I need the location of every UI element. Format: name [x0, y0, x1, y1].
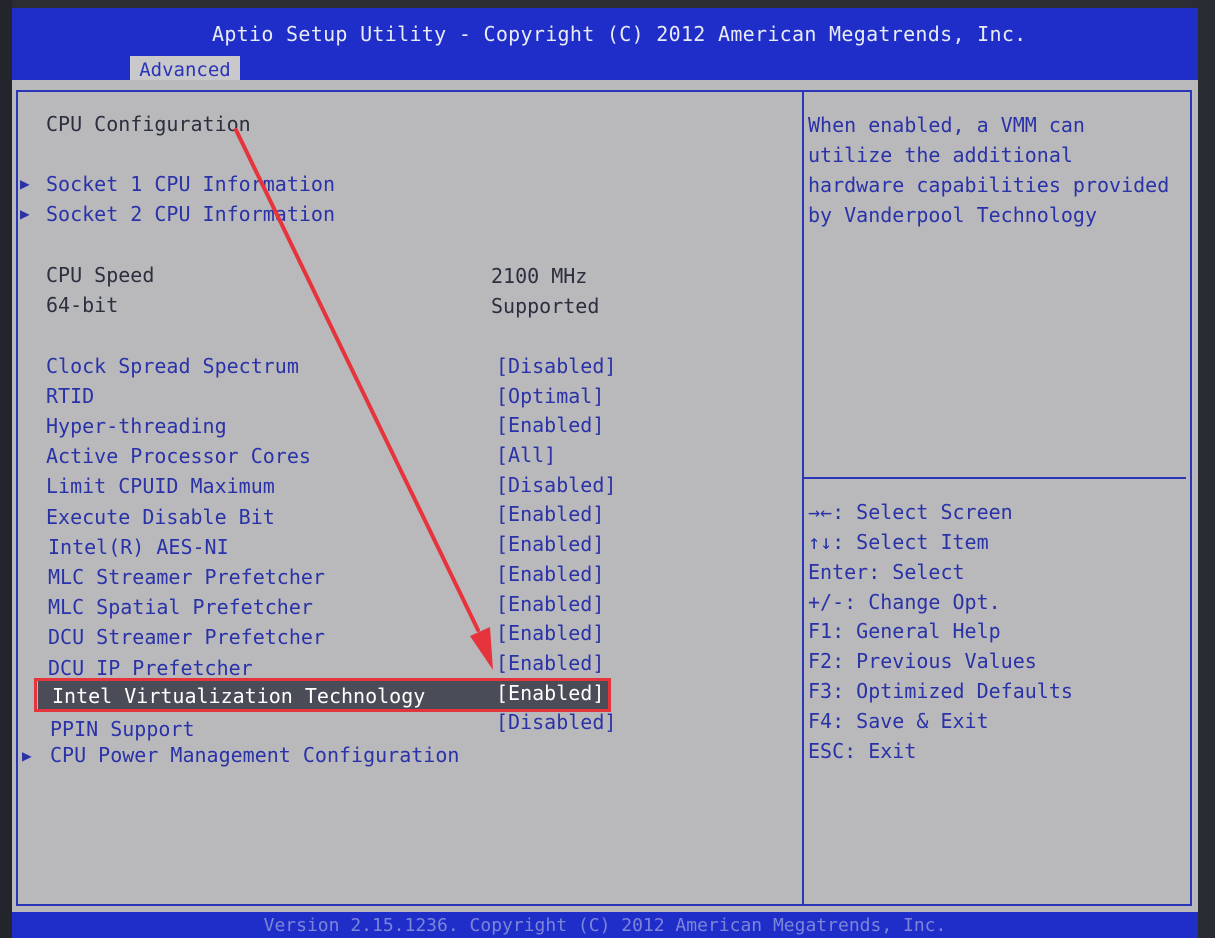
- setting-ppin-support[interactable]: PPIN Support: [50, 717, 195, 741]
- info-value-64bit: Supported: [491, 294, 600, 318]
- bios-footer: Version 2.15.1236. Copyright (C) 2012 Am…: [12, 912, 1198, 938]
- main-panel: CPU Configuration ▶ Socket 1 CPU Informa…: [12, 80, 1198, 912]
- value-execute-disable-bit[interactable]: [Enabled]: [496, 502, 604, 526]
- panel-divider-vertical: [802, 92, 804, 904]
- value-limit-cpuid-maximum[interactable]: [Disabled]: [496, 473, 616, 497]
- setting-hyper-threading[interactable]: Hyper-threading: [46, 414, 227, 438]
- value-rtid[interactable]: [Optimal]: [496, 384, 604, 408]
- key-hint-enter: Enter: Select: [808, 560, 965, 584]
- help-text-line: by Vanderpool Technology: [808, 203, 1097, 227]
- key-hint-select-screen: →←: Select Screen: [808, 500, 1013, 524]
- value-active-processor-cores[interactable]: [All]: [496, 443, 556, 467]
- annotation-highlight-box: [34, 678, 611, 712]
- key-hint-f2: F2: Previous Values: [808, 649, 1037, 673]
- bios-header: Aptio Setup Utility - Copyright (C) 2012…: [12, 8, 1198, 84]
- setting-limit-cpuid-maximum[interactable]: Limit CPUID Maximum: [46, 474, 275, 498]
- submenu-socket1-cpu-info[interactable]: Socket 1 CPU Information: [46, 172, 335, 196]
- submenu-arrow-icon: ▶: [20, 204, 30, 223]
- monitor-bezel-left: [0, 0, 12, 938]
- value-clock-spread-spectrum[interactable]: [Disabled]: [496, 354, 616, 378]
- setting-active-processor-cores[interactable]: Active Processor Cores: [46, 444, 311, 468]
- submenu-cpu-power-management[interactable]: CPU Power Management Configuration: [50, 743, 459, 767]
- value-ppin-support[interactable]: [Disabled]: [496, 710, 616, 734]
- monitor-bezel-top: [0, 0, 1215, 8]
- key-hint-esc: ESC: Exit: [808, 739, 917, 763]
- value-intel-aes-ni[interactable]: [Enabled]: [496, 532, 604, 556]
- info-value-cpu-speed: 2100 MHz: [491, 264, 588, 288]
- bios-title: Aptio Setup Utility - Copyright (C) 2012…: [212, 22, 1027, 46]
- info-label-64bit: 64-bit: [46, 293, 119, 317]
- key-hint-f1: F1: General Help: [808, 619, 1001, 643]
- footer-version-text: Version 2.15.1236. Copyright (C) 2012 Am…: [263, 915, 947, 936]
- key-hint-f3: F3: Optimized Defaults: [808, 679, 1073, 703]
- monitor-bezel-right: [1198, 0, 1215, 938]
- help-text-line: utilize the additional: [808, 143, 1073, 167]
- setting-rtid[interactable]: RTID: [46, 384, 94, 408]
- setting-mlc-spatial-prefetcher[interactable]: MLC Spatial Prefetcher: [48, 595, 313, 619]
- value-hyper-threading[interactable]: [Enabled]: [496, 413, 604, 437]
- value-dcu-streamer-prefetcher[interactable]: [Enabled]: [496, 621, 604, 645]
- setting-dcu-ip-prefetcher[interactable]: DCU IP Prefetcher: [48, 656, 253, 680]
- submenu-arrow-icon: ▶: [22, 746, 32, 765]
- value-dcu-ip-prefetcher[interactable]: [Enabled]: [496, 651, 604, 675]
- value-mlc-spatial-prefetcher[interactable]: [Enabled]: [496, 592, 604, 616]
- setting-intel-aes-ni[interactable]: Intel(R) AES-NI: [48, 535, 229, 559]
- setting-execute-disable-bit[interactable]: Execute Disable Bit: [46, 505, 275, 529]
- value-mlc-streamer-prefetcher[interactable]: [Enabled]: [496, 562, 604, 586]
- help-divider: [804, 477, 1186, 479]
- setting-clock-spread-spectrum[interactable]: Clock Spread Spectrum: [46, 354, 299, 378]
- submenu-socket2-cpu-info[interactable]: Socket 2 CPU Information: [46, 202, 335, 226]
- key-hint-select-item: ↑↓: Select Item: [808, 530, 989, 554]
- bios-screen: Aptio Setup Utility - Copyright (C) 2012…: [0, 0, 1215, 938]
- key-hint-f4: F4: Save & Exit: [808, 709, 989, 733]
- section-title: CPU Configuration: [46, 112, 251, 136]
- help-text-line: hardware capabilities provided: [808, 173, 1170, 197]
- submenu-arrow-icon: ▶: [20, 174, 30, 193]
- setting-dcu-streamer-prefetcher[interactable]: DCU Streamer Prefetcher: [48, 625, 325, 649]
- info-label-cpu-speed: CPU Speed: [46, 263, 155, 287]
- key-hint-change-opt: +/-: Change Opt.: [808, 590, 1001, 614]
- help-text-line: When enabled, a VMM can: [808, 113, 1085, 137]
- setting-mlc-streamer-prefetcher[interactable]: MLC Streamer Prefetcher: [48, 565, 325, 589]
